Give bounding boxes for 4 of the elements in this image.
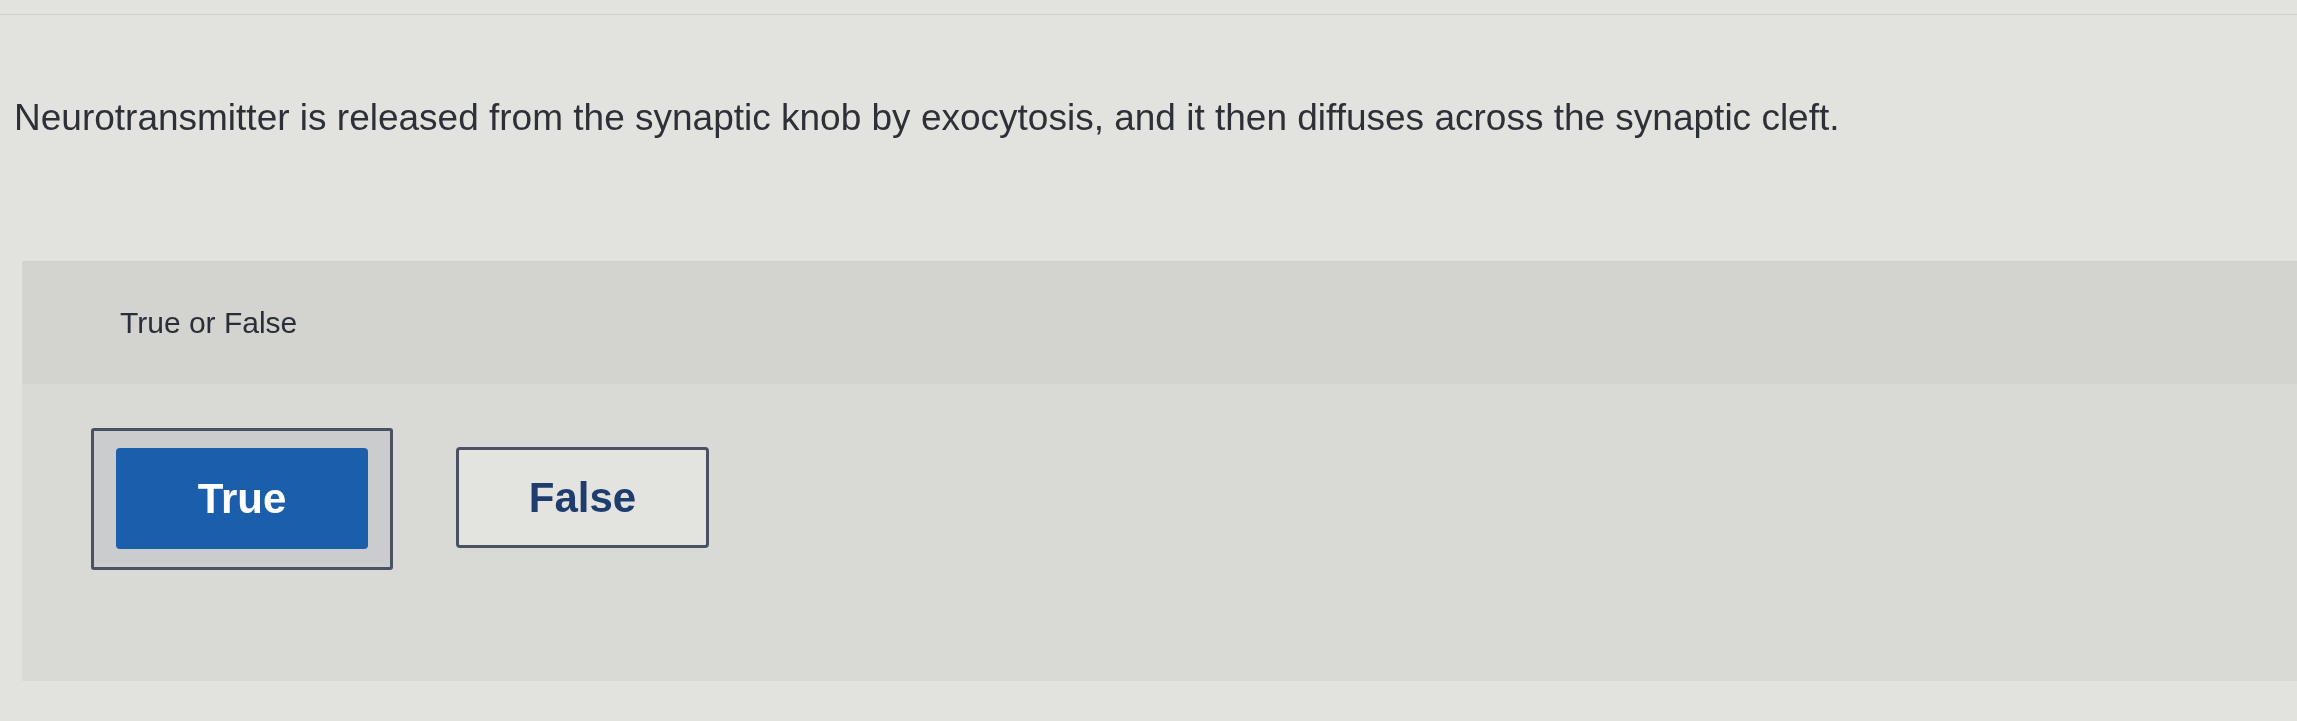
prompt-label: True or False	[120, 305, 298, 341]
answer-option[interactable]: False	[456, 447, 709, 548]
question-text: Neurotransmitter is released from the synaptic knob by exocytosis, and it then diffuses across the synaptic cleft.	[14, 96, 1840, 140]
answer-option[interactable]: True	[91, 428, 393, 570]
